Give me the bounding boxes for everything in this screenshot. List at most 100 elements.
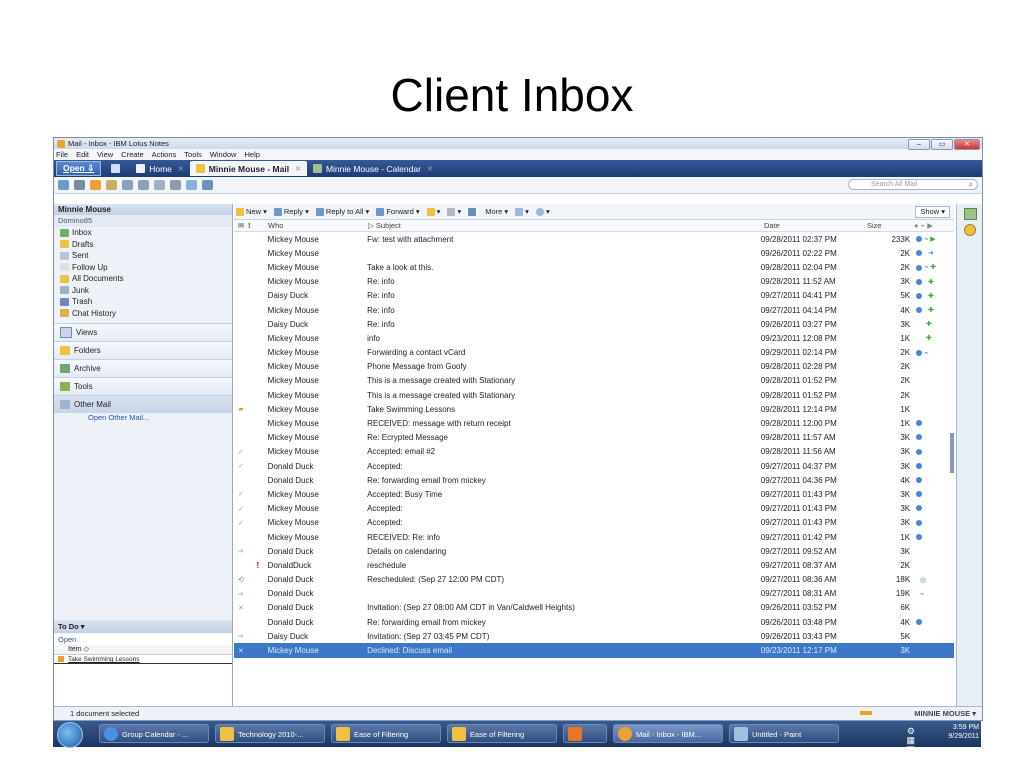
sidebar-item-all-documents[interactable]: All Documents — [54, 273, 232, 285]
sidebar-item-inbox[interactable]: Inbox — [54, 227, 232, 239]
close-button[interactable]: ✕ — [954, 139, 980, 150]
minimize-button[interactable]: – — [908, 139, 930, 150]
folder-button[interactable]: ▾ — [426, 207, 440, 216]
sametime-contacts-icon[interactable] — [964, 224, 976, 236]
table-row[interactable]: ✓ Mickey Mouse Accepted: email #2 09/28/201… — [234, 445, 954, 459]
show-button[interactable]: Show ▾ — [915, 206, 950, 218]
link-icon[interactable] — [186, 180, 197, 190]
table-row[interactable]: ➾ Donald Duck Details on calendaring 09/27/… — [234, 544, 954, 558]
table-row[interactable]: Mickey Mouse This is a message created wi… — [234, 374, 954, 388]
more-button[interactable]: More ▾ — [485, 207, 508, 216]
table-row[interactable]: Mickey Mouse This is a message created wi… — [234, 388, 954, 402]
tab-windows[interactable] — [105, 161, 130, 176]
replication-arrow-icon[interactable] — [860, 711, 872, 715]
table-row[interactable]: Mickey Mouse info 09/23/2011 12:08 PM 1K ✚ — [234, 331, 954, 345]
sidebar-item-drafts[interactable]: Drafts — [54, 239, 232, 251]
tray-icons[interactable]: ⚙ ▦ ▣ ◂) — [907, 727, 916, 763]
sidebar-item-follow-up[interactable]: Follow Up — [54, 262, 232, 274]
sidebar-section-archive[interactable]: Archive — [54, 359, 232, 377]
tab-home[interactable]: Home ✕ — [130, 161, 190, 176]
search-mail-button[interactable]: ▾ — [535, 207, 550, 216]
close-tab-icon[interactable]: ✕ — [427, 165, 433, 173]
table-row[interactable]: ✕ Donald Duck Invitation: (Sep 27 08:00 AM… — [234, 601, 954, 615]
clock-date[interactable]: 9/29/2011 — [948, 732, 979, 741]
menu-help[interactable]: Help — [244, 150, 259, 159]
table-row[interactable]: Daisy Duck Re: info 09/27/2011 04:41 PM 5K … — [234, 289, 954, 303]
follow-up-button[interactable]: ▾ — [447, 207, 461, 216]
column-date[interactable]: Date — [764, 221, 867, 230]
sidebar-item-trash[interactable]: Trash — [54, 296, 232, 308]
task-ease-of-filtering-1[interactable]: Ease of Filtering — [331, 724, 441, 743]
menu-create[interactable]: Create — [121, 150, 144, 159]
close-tab-icon[interactable]: ✕ — [178, 165, 184, 173]
table-row[interactable]: Mickey Mouse Fw: test with attachment 09/2… — [234, 232, 954, 246]
new-button[interactable]: New ▾ — [236, 207, 267, 216]
sidebar-item-junk[interactable]: Junk — [54, 285, 232, 297]
table-row[interactable]: Mickey Mouse Re: info 09/28/2011 11:52 AM 3… — [234, 275, 954, 289]
sidebar-item-sent[interactable]: Sent — [54, 250, 232, 262]
close-tab-icon[interactable]: ✕ — [295, 165, 301, 173]
task-technology[interactable]: Technology 2010-... — [215, 724, 325, 743]
task-media[interactable] — [563, 724, 607, 743]
smiley-icon[interactable] — [90, 180, 101, 190]
todo-header[interactable]: To Do ▾ — [54, 620, 232, 633]
chat-button[interactable]: ▾ — [515, 207, 529, 216]
table-row[interactable]: Mickey Mouse RECEIVED: message with retur… — [234, 416, 954, 430]
sidebar-section-other-mail[interactable]: Other Mail — [54, 395, 232, 413]
table-row[interactable]: Mickey Mouse Forwarding a contact vCard 09… — [234, 346, 954, 360]
search-icon[interactable]: ⌕ — [969, 180, 973, 190]
table-row[interactable]: ▰ Mickey Mouse Take Swimming Lessons 09/28/… — [234, 402, 954, 416]
print-icon[interactable] — [74, 180, 85, 190]
sidebar-section-views[interactable]: Views — [54, 323, 232, 341]
table-row[interactable]: ➾ Donald Duck 09/27/2011 08:31 AM 19K ⌁ — [234, 587, 954, 601]
table-row[interactable]: Daisy Duck Re: info 09/26/2011 03:27 PM 3K … — [234, 317, 954, 331]
menu-view[interactable]: View — [97, 150, 113, 159]
sidebar-item-chat-history[interactable]: Chat History — [54, 308, 232, 320]
table-row[interactable]: ✓ Mickey Mouse Accepted: 09/27/2011 01:43 P… — [234, 516, 954, 530]
new-doc-icon[interactable] — [58, 180, 69, 190]
todo-item[interactable]: Take Swimming Lessons — [54, 655, 232, 664]
forward-icon[interactable] — [138, 180, 149, 190]
table-row[interactable]: Mickey Mouse Re: Ecrypted Message 09/28/20… — [234, 431, 954, 445]
binoculars-icon[interactable] — [170, 180, 181, 190]
column-size[interactable]: Size — [867, 221, 914, 230]
task-lotus-notes[interactable]: Mail - Inbox - IBM... — [613, 724, 723, 743]
sidebar-section-folders[interactable]: Folders — [54, 341, 232, 359]
table-row[interactable]: Mickey Mouse Re: info 09/27/2011 04:14 PM 4… — [234, 303, 954, 317]
sidebar-section-tools[interactable]: Tools — [54, 377, 232, 395]
table-row[interactable]: ⟲ Donald Duck Rescheduled: (Sep 27 12:00 P… — [234, 573, 954, 587]
open-other-mail-link[interactable]: Open Other Mail... — [54, 413, 232, 424]
forward-button[interactable]: Forward ▾ — [376, 207, 420, 216]
table-row[interactable]: Donald Duck Re: forwarding email from mic… — [234, 615, 954, 629]
open-button[interactable]: Open ⇩ — [56, 161, 102, 176]
column-importance[interactable]: ! — [248, 221, 268, 230]
reply-all-button[interactable]: Reply to All ▾ — [315, 207, 369, 216]
column-subject[interactable]: ▷ Subject — [368, 221, 764, 230]
column-unread-icon[interactable]: ✉ — [234, 221, 248, 230]
table-row[interactable]: Mickey Mouse 09/26/2011 02:22 PM 2K ➜ — [234, 246, 954, 260]
back-icon[interactable] — [122, 180, 133, 190]
workspace-icon[interactable] — [202, 180, 213, 190]
calendar-panel-icon[interactable] — [964, 208, 977, 220]
refresh-icon[interactable] — [154, 180, 165, 190]
tag-icon[interactable] — [106, 180, 117, 190]
menu-actions[interactable]: Actions — [152, 150, 177, 159]
tab-calendar[interactable]: Minnie Mouse - Calendar ✕ — [307, 161, 439, 176]
todo-open-link[interactable]: Open — [54, 634, 232, 645]
task-paint[interactable]: Untitled - Paint — [729, 724, 839, 743]
column-flags[interactable]: ● ⌁ ▶ — [914, 221, 954, 230]
table-row[interactable]: Mickey Mouse Take a look at this. 09/28/20… — [234, 260, 954, 274]
menu-tools[interactable]: Tools — [184, 150, 202, 159]
table-row[interactable]: ✓ Donald Duck Accepted: 09/27/2011 04:37 PM… — [234, 459, 954, 473]
table-row[interactable]: ✓ Mickey Mouse Accepted: Busy Time 09/27/20… — [234, 487, 954, 501]
menu-edit[interactable]: Edit — [76, 150, 89, 159]
reply-button[interactable]: Reply ▾ — [273, 207, 309, 216]
table-row[interactable]: Mickey Mouse RECEIVED: Re: info 09/27/2011… — [234, 530, 954, 544]
task-group-calendar[interactable]: Group Calendar - ... — [99, 724, 209, 743]
table-row[interactable]: ✓ Mickey Mouse Accepted: 09/27/2011 01:43 P… — [234, 502, 954, 516]
table-row[interactable]: Mickey Mouse Phone Message from Goofy 09/2… — [234, 360, 954, 374]
status-user[interactable]: MINNIE MOUSE ▾ — [914, 707, 976, 720]
table-row-selected[interactable]: ✕ Mickey Mouse Declined: Discuss email 09/2… — [234, 643, 954, 658]
task-ease-of-filtering-2[interactable]: Ease of Filtering — [447, 724, 557, 743]
table-row[interactable]: ➾ Daisy Duck Invitation: (Sep 27 03:45 PM … — [234, 629, 954, 643]
